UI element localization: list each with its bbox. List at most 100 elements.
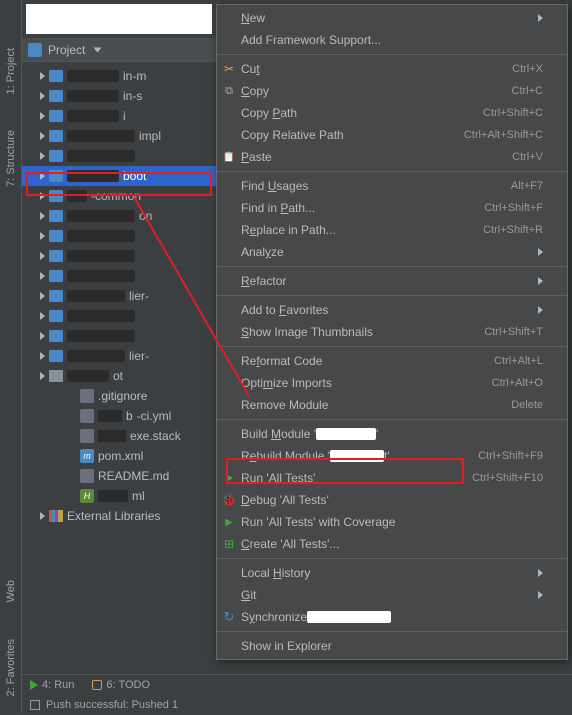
menu-item-copy[interactable]: CopyCtrl+C [217,80,567,102]
menu-item-synchronize[interactable]: Synchronize [217,606,567,628]
menu-item-create-all-tests[interactable]: Create 'All Tests'... [217,533,567,555]
tree-module-row[interactable]: in-m [22,66,216,86]
expand-arrow-icon[interactable] [40,212,45,220]
menu-label: Local History [241,566,310,580]
folder-icon [49,290,63,302]
run-icon [221,470,237,486]
status-message: Push successful: Pushed 1 [46,699,178,711]
menu-item-reformat-code[interactable]: Reformat CodeCtrl+Alt+L [217,350,567,372]
tree-module-row[interactable]: ot [22,366,216,386]
menu-item-find-usages[interactable]: Find UsagesAlt+F7 [217,175,567,197]
file-icon [80,409,94,423]
file-name: pom.xml [98,449,143,463]
menu-item-cut[interactable]: CutCtrl+X [217,58,567,80]
chevron-down-icon[interactable] [94,47,102,52]
menu-item-copy-relative-path[interactable]: Copy Relative PathCtrl+Alt+Shift+C [217,124,567,146]
menu-item-find-in-path[interactable]: Find in Path...Ctrl+Shift+F [217,197,567,219]
tree-file-row[interactable]: b-ci.yml [22,406,216,426]
menu-item-show-image-thumbnails[interactable]: Show Image ThumbnailsCtrl+Shift+T [217,321,567,343]
menu-item-analyze[interactable]: Analyze [217,241,567,263]
tree-file-row[interactable]: exe.stack [22,426,216,446]
folder-icon [49,90,63,102]
module-name-suffix: i [123,109,126,123]
tree-module-row[interactable] [22,266,216,286]
tree-module-row[interactable]: on [22,206,216,226]
expand-arrow-icon[interactable] [40,312,45,320]
expand-arrow-icon[interactable] [40,72,45,80]
module-name-suffix: lier- [129,349,149,363]
menu-item-optimize-imports[interactable]: Optimize ImportsCtrl+Alt+O [217,372,567,394]
rail-tab-web[interactable]: Web [5,580,17,602]
menu-label: Debug 'All Tests' [241,493,329,507]
redacted-label [67,370,109,382]
menu-item-new[interactable]: New [217,7,567,29]
rail-tab-project[interactable]: 1: Project [5,48,17,94]
menu-label: Run 'All Tests' with Coverage [241,515,395,529]
expand-arrow-icon[interactable] [40,192,45,200]
file-icon: m [80,449,94,463]
expand-arrow-icon[interactable] [40,372,45,380]
module-name-suffix: in-s [123,89,142,103]
expand-arrow-icon[interactable] [40,252,45,260]
menu-item-replace-in-path[interactable]: Replace in Path...Ctrl+Shift+R [217,219,567,241]
menu-label: Replace in Path... [241,223,336,237]
redacted-label [67,350,125,362]
menu-label: Rebuild Module ' [241,449,330,463]
file-icon [80,389,94,403]
expand-arrow-icon[interactable] [40,132,45,140]
menu-item-build-module[interactable]: Build Module '' [217,423,567,445]
menu-item-git[interactable]: Git [217,584,567,606]
expand-arrow-icon[interactable] [40,332,45,340]
menu-item-run-all-tests[interactable]: Run 'All Tests'Ctrl+Shift+F10 [217,467,567,489]
tree-module-row[interactable]: i [22,106,216,126]
tree-module-row[interactable]: -common [22,186,216,206]
menu-item-debug-all-tests[interactable]: Debug 'All Tests' [217,489,567,511]
rail-tab-favorites[interactable]: 2: Favorites [5,639,17,696]
tree-module-row[interactable]: lier- [22,346,216,366]
project-panel-header[interactable]: Project [22,38,216,62]
tree-module-row[interactable] [22,306,216,326]
menu-item-rebuild-module[interactable]: Rebuild Module 't'Ctrl+Shift+F9 [217,445,567,467]
expand-arrow-icon[interactable] [40,352,45,360]
expand-arrow-icon[interactable] [40,172,45,180]
tree-module-row[interactable] [22,326,216,346]
rail-tab-structure[interactable]: 7: Structure [5,130,17,187]
tree-module-row[interactable] [22,146,216,166]
menu-item-copy-path[interactable]: Copy PathCtrl+Shift+C [217,102,567,124]
menu-item-run-all-tests-with-coverage[interactable]: Run 'All Tests' with Coverage [217,511,567,533]
redacted-label [67,150,135,162]
menu-item-remove-module[interactable]: Remove ModuleDelete [217,394,567,416]
tree-file-row[interactable]: m pom.xml [22,446,216,466]
menu-item-refactor[interactable]: Refactor [217,270,567,292]
tree-module-row[interactable] [22,246,216,266]
expand-arrow-icon[interactable] [40,512,45,520]
expand-arrow-icon[interactable] [40,292,45,300]
menu-item-show-in-explorer[interactable]: Show in Explorer [217,635,567,657]
menu-label: Show in Explorer [241,639,332,653]
menu-shortcut: Ctrl+X [512,63,543,75]
tree-module-row[interactable]: lier- [22,286,216,306]
tree-module-row[interactable]: in-s [22,86,216,106]
expand-arrow-icon[interactable] [40,152,45,160]
menu-shortcut: Delete [511,399,543,411]
expand-arrow-icon[interactable] [40,112,45,120]
expand-arrow-icon[interactable] [40,272,45,280]
todo-tool-button[interactable]: 6: TODO [92,679,150,691]
tree-module-row[interactable]: impl [22,126,216,146]
tree-module-row[interactable] [22,226,216,246]
expand-arrow-icon[interactable] [40,92,45,100]
project-tree[interactable]: in-m in-s i impl boot-commonon lier-lier-ot.g… [22,62,216,674]
tree-module-row[interactable]: boot [22,166,216,186]
tree-file-row[interactable]: .gitignore [22,386,216,406]
menu-label: New [241,11,265,25]
tree-file-row[interactable]: README.md [22,466,216,486]
menu-item-paste[interactable]: PasteCtrl+V [217,146,567,168]
run-tool-button[interactable]: 4: Run [30,679,74,691]
tree-file-row[interactable]: Hml [22,486,216,506]
menu-item-add-to-favorites[interactable]: Add to Favorites [217,299,567,321]
menu-item-add-framework-support[interactable]: Add Framework Support... [217,29,567,51]
menu-label: Copy [241,84,269,98]
menu-item-local-history[interactable]: Local History [217,562,567,584]
tree-external-libraries[interactable]: External Libraries [22,506,216,526]
expand-arrow-icon[interactable] [40,232,45,240]
